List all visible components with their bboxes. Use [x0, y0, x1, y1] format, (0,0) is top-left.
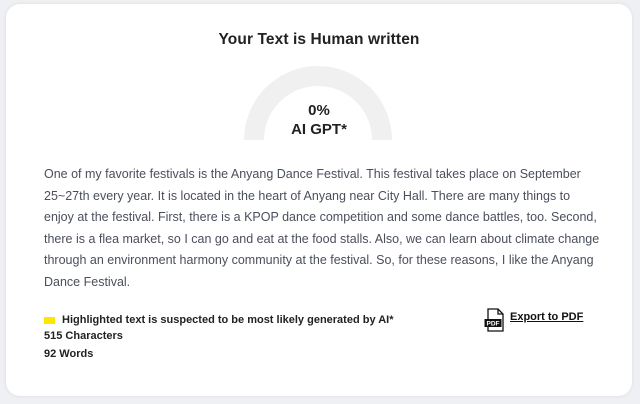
character-count: 515 Characters	[44, 330, 123, 342]
pdf-icon: PDF	[484, 308, 504, 332]
word-count: 92 Words	[44, 348, 94, 360]
export-to-pdf-label[interactable]: Export to PDF	[510, 311, 583, 323]
highlight-legend: Highlighted text is suspected to be most…	[44, 314, 394, 326]
result-title: Your Text is Human written	[218, 31, 420, 48]
ai-score-percent: 0%	[308, 102, 330, 119]
export-to-pdf-button[interactable]: PDF Export to PDF	[484, 308, 583, 332]
analyzed-text: One of my favorite festivals is the Anya…	[44, 167, 600, 289]
ai-score-label: AI GPT*	[291, 121, 347, 138]
result-card: Your Text is Human written 0% AI GPT* On…	[6, 4, 632, 396]
highlight-legend-text: Highlighted text is suspected to be most…	[62, 314, 394, 326]
svg-text:PDF: PDF	[487, 321, 500, 328]
highlight-swatch	[44, 316, 55, 324]
